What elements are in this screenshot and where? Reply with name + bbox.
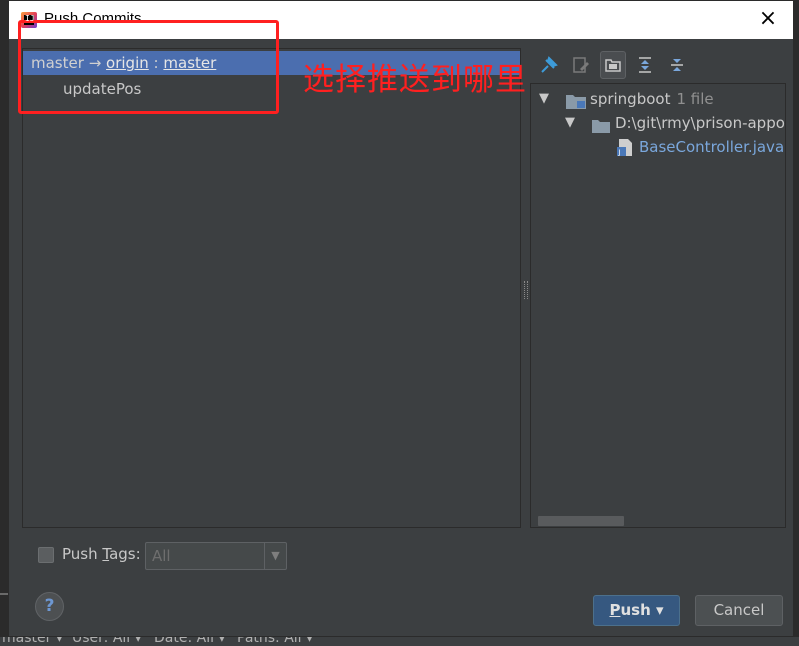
- close-button[interactable]: ×: [757, 8, 779, 31]
- file-count: 1 file: [676, 90, 714, 108]
- cancel-button[interactable]: Cancel: [695, 595, 783, 626]
- remote-separator: :: [153, 54, 159, 72]
- file-name: BaseController.java: [639, 138, 785, 156]
- changed-files-tree: ▼ springboot 1 file ▼ D:\git\rmy\prison-a…: [530, 83, 786, 528]
- svg-text:J: J: [618, 149, 621, 157]
- local-branch-name: master: [31, 54, 84, 72]
- group-by-directory-icon[interactable]: [600, 51, 626, 79]
- push-tags-select[interactable]: All ▼: [145, 542, 287, 570]
- dropdown-arrow-icon[interactable]: ▾: [656, 601, 664, 619]
- java-class-file-icon: J: [617, 139, 633, 163]
- push-arrow-icon: →: [88, 54, 102, 72]
- commits-tree-panel: master → origin : master updatePos: [22, 48, 521, 528]
- background-ide-left-edge: [0, 0, 8, 637]
- statusbar-branch-filter[interactable]: master ▾: [2, 637, 63, 646]
- edit-source-icon[interactable]: [568, 51, 594, 79]
- push-button[interactable]: Push ▾: [593, 595, 680, 626]
- expand-all-icon[interactable]: [632, 51, 658, 79]
- dialog-titlebar[interactable]: IJ Push Commits ×: [9, 1, 793, 39]
- chevron-down-icon: ▼: [264, 543, 286, 569]
- folder-icon: [592, 116, 610, 140]
- push-tags-selected-value: All: [152, 547, 171, 565]
- statusbar-user-filter[interactable]: User: All ▾: [72, 637, 142, 646]
- commit-item[interactable]: updatePos: [63, 77, 141, 101]
- ide-statusbar: master ▾ User: All ▾ Date: All ▾ Paths: …: [0, 637, 799, 646]
- horizontal-scrollbar-thumb[interactable]: [538, 516, 624, 526]
- changes-toolbar: [536, 51, 690, 81]
- background-ide-right-edge: [794, 0, 799, 637]
- pin-icon[interactable]: [536, 51, 562, 79]
- expanded-arrow-icon[interactable]: ▼: [565, 111, 575, 135]
- statusbar-date-filter[interactable]: Date: All ▾: [154, 637, 225, 646]
- background-divider: [0, 593, 8, 595]
- push-tags-label: Push Tags:: [62, 545, 141, 563]
- module-name: springboot: [590, 90, 671, 108]
- intellij-app-icon: IJ: [21, 12, 37, 28]
- push-tags-checkbox[interactable]: [38, 547, 54, 563]
- annotation-text: 选择推送到哪里: [303, 62, 527, 98]
- collapse-all-icon[interactable]: [664, 51, 690, 79]
- remote-branch-link[interactable]: master: [163, 54, 216, 72]
- folder-path: D:\git\rmy\prison-appo: [615, 114, 785, 132]
- remote-name-link[interactable]: origin: [106, 54, 149, 72]
- dialog-title: Push Commits: [44, 10, 142, 27]
- help-button[interactable]: ?: [35, 592, 64, 621]
- panel-splitter-handle[interactable]: [524, 281, 528, 299]
- statusbar-paths-filter[interactable]: Paths: All ▾: [237, 637, 313, 646]
- expanded-arrow-icon[interactable]: ▼: [539, 87, 549, 111]
